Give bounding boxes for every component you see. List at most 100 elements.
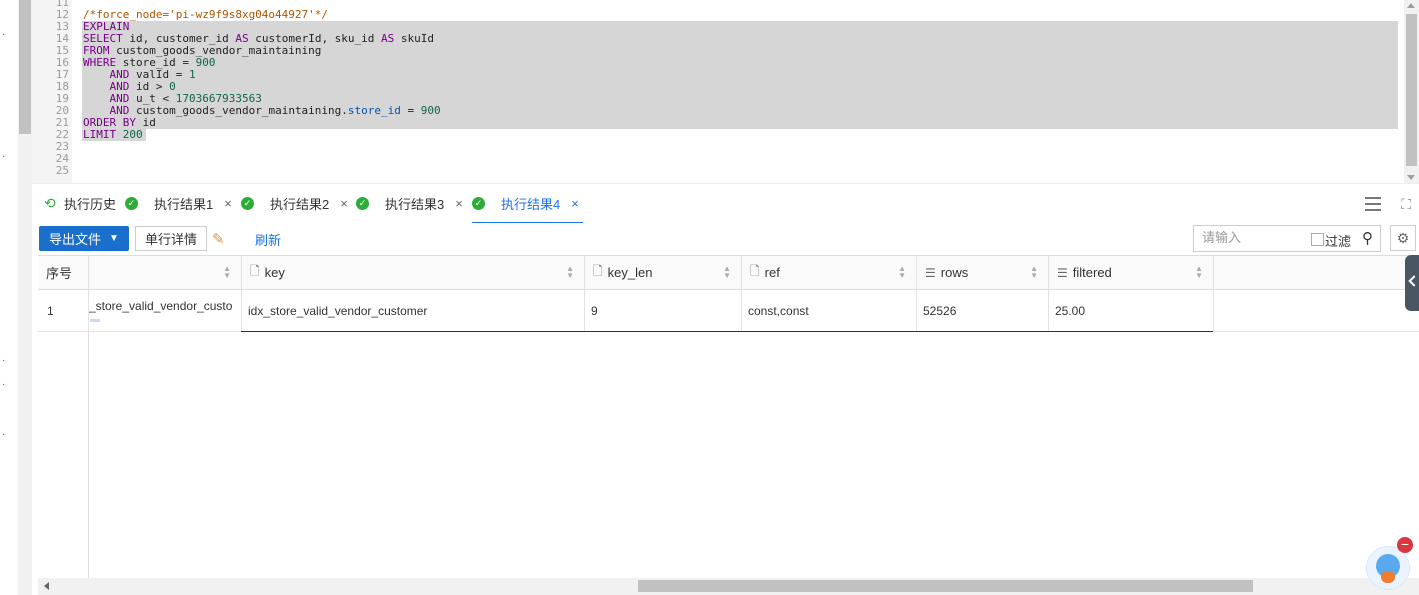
result-tabs-bar: ⟲ 执行历史 ✓ 执行结果1 × ✓ 执行结果2 × ✓ 执行结果3 × ✓ 执…: [32, 183, 1419, 225]
column-header-label: rows: [940, 265, 969, 280]
tab-result-label: 执行结果2: [270, 196, 330, 212]
tab-history-label: 执行历史: [64, 196, 117, 212]
side-collapse-tab[interactable]: [1405, 255, 1419, 311]
table-cell[interactable]: 52526: [917, 290, 1049, 332]
table-cell[interactable]: 9: [585, 290, 742, 332]
sort-icon[interactable]: ▲ ▼: [223, 265, 231, 280]
sort-icon[interactable]: ▲ ▼: [1030, 265, 1038, 280]
cell-value: const,const: [748, 303, 809, 318]
column-header-filtered[interactable]: ☰ filtered ▲ ▼: [1049, 256, 1214, 290]
cell-value: 25.00: [1055, 303, 1086, 318]
close-icon[interactable]: ×: [224, 196, 232, 211]
scroll-down-icon[interactable]: [1407, 175, 1415, 180]
column-header-label: filtered: [1072, 265, 1112, 280]
table-cell[interactable]: _store_valid_vendor_custo: [89, 290, 242, 332]
row-number-header-label: 序号: [46, 266, 73, 281]
left-scrollbar-thumb[interactable]: [19, 0, 31, 134]
column-header-label: key_len: [607, 265, 653, 280]
column-header-key-len[interactable]: 🗋 key_len ▲ ▼: [585, 256, 742, 290]
left-panel-scrollbar[interactable]: [18, 0, 32, 595]
row-number: 1: [47, 303, 54, 318]
success-check-icon: ✓: [472, 196, 485, 210]
table-cell[interactable]: const,const: [742, 290, 917, 332]
table-cell-filler: [1214, 290, 1419, 332]
code-line[interactable]: LIMIT 200: [83, 129, 143, 141]
doc-icon: 🗋: [593, 264, 603, 278]
refresh-button[interactable]: 刷新: [255, 230, 281, 249]
column-header-key[interactable]: 🗋 key ▲ ▼: [242, 256, 585, 290]
column-header-filler: [1214, 256, 1419, 290]
export-file-button[interactable]: 导出文件 ▼: [39, 226, 129, 251]
edge-mark: ·: [2, 151, 6, 162]
minimize-icon[interactable]: −: [1397, 537, 1413, 553]
row-number-cell[interactable]: 1: [38, 290, 89, 332]
column-header-label: ref: [764, 265, 780, 280]
column-header-ref[interactable]: 🗋 ref ▲ ▼: [742, 256, 917, 290]
tab-result-3[interactable]: ✓ 执行结果3 ×: [356, 184, 463, 222]
tab-result-label: 执行结果4: [501, 196, 561, 212]
fullscreen-icon[interactable]: ⛶: [1401, 196, 1411, 213]
clear-brush-icon[interactable]: ✎: [212, 230, 225, 248]
filter-label: 过滤: [1325, 234, 1352, 249]
doc-icon: 🗋: [750, 264, 760, 278]
cell-scrollbar[interactable]: [90, 319, 100, 322]
scroll-up-icon[interactable]: [1407, 3, 1415, 8]
editor-scrollbar-thumb[interactable]: [1406, 14, 1417, 166]
filter-checkbox[interactable]: [1311, 233, 1324, 246]
table-cell[interactable]: 25.00: [1049, 290, 1214, 332]
tab-result-1[interactable]: ✓ 执行结果1 ×: [125, 184, 232, 222]
edge-mark: ·: [2, 29, 6, 40]
close-icon[interactable]: ×: [571, 196, 579, 211]
search-input[interactable]: [1202, 230, 1302, 245]
tab-result-label: 执行结果1: [154, 196, 214, 212]
list-icon: ☰: [925, 265, 936, 280]
sort-icon[interactable]: ▲ ▼: [566, 265, 574, 280]
tab-history[interactable]: ⟲ 执行历史: [44, 184, 116, 222]
close-icon[interactable]: ×: [340, 196, 348, 211]
edge-mark: ·: [2, 379, 6, 390]
column-header-rows[interactable]: ☰ rows ▲ ▼: [917, 256, 1049, 290]
cell-value: idx_store_valid_vendor_customer: [248, 303, 428, 318]
doc-icon: 🗋: [250, 264, 260, 278]
export-file-label: 导出文件: [49, 232, 102, 247]
success-check-icon: ✓: [125, 196, 138, 210]
cell-value: 52526: [923, 303, 957, 318]
scroll-left-icon[interactable]: [44, 582, 49, 590]
settings-gear-icon[interactable]: ⚙: [1390, 225, 1416, 251]
left-panel-edge: · · · · ·: [0, 0, 19, 595]
edge-mark: ·: [2, 429, 6, 440]
sort-icon[interactable]: ▲ ▼: [1195, 265, 1203, 280]
editor-scrollbar[interactable]: [1404, 0, 1419, 183]
row-divider: [241, 331, 1213, 332]
close-icon[interactable]: ×: [455, 196, 463, 211]
grid-horizontal-scrollbar[interactable]: [38, 578, 1419, 595]
search-box: 过滤 ⚲: [1193, 225, 1381, 252]
success-check-icon: ✓: [241, 196, 254, 210]
single-row-detail-button[interactable]: 单行详情: [135, 226, 207, 251]
assistant-body: [1381, 571, 1395, 583]
tab-result-label: 执行结果3: [385, 196, 445, 212]
line-number: 25: [55, 164, 69, 177]
search-icon[interactable]: ⚲: [1362, 229, 1373, 247]
line-number-gutter: 11 12 13 14 15 16 17 18 19 20 21 22 23 24 25: [32, 0, 72, 183]
horizontal-scrollbar-thumb[interactable]: [638, 580, 1253, 592]
table-cell[interactable]: idx_store_valid_vendor_customer: [242, 290, 585, 332]
column-header[interactable]: ▲ ▼: [89, 256, 242, 290]
success-check-icon: ✓: [356, 196, 369, 210]
cell-value: 9: [591, 303, 598, 318]
row-number-header: 序号: [38, 256, 89, 290]
sort-icon[interactable]: ▲ ▼: [723, 265, 731, 280]
column-header-label: key: [264, 265, 285, 280]
tab-result-4[interactable]: ✓ 执行结果4 ×: [472, 184, 583, 224]
list-icon: ☰: [1057, 265, 1068, 280]
tab-result-2[interactable]: ✓ 执行结果2 ×: [241, 184, 348, 222]
cell-value: _store_valid_vendor_custo: [89, 299, 233, 313]
result-grid: 序号 ▲ ▼ 🗋 key ▲ ▼ 🗋 key_len ▲ ▼ 🗋 ref ▲ ▼ ☰ r…: [38, 255, 1419, 579]
sort-icon[interactable]: ▲ ▼: [898, 265, 906, 280]
edge-mark: ·: [2, 355, 6, 366]
menu-icon[interactable]: [1365, 197, 1381, 211]
sql-editor[interactable]: 11 12 13 14 15 16 17 18 19 20 21 22 23 24 25 /*force_n…: [32, 0, 1419, 183]
chevron-down-icon: ▼: [109, 233, 119, 244]
result-toolbar: 导出文件 ▼ 单行详情 ✎ 刷新 过滤 ⚲ ⚙: [32, 223, 1419, 255]
history-icon: ⟲: [44, 195, 56, 211]
